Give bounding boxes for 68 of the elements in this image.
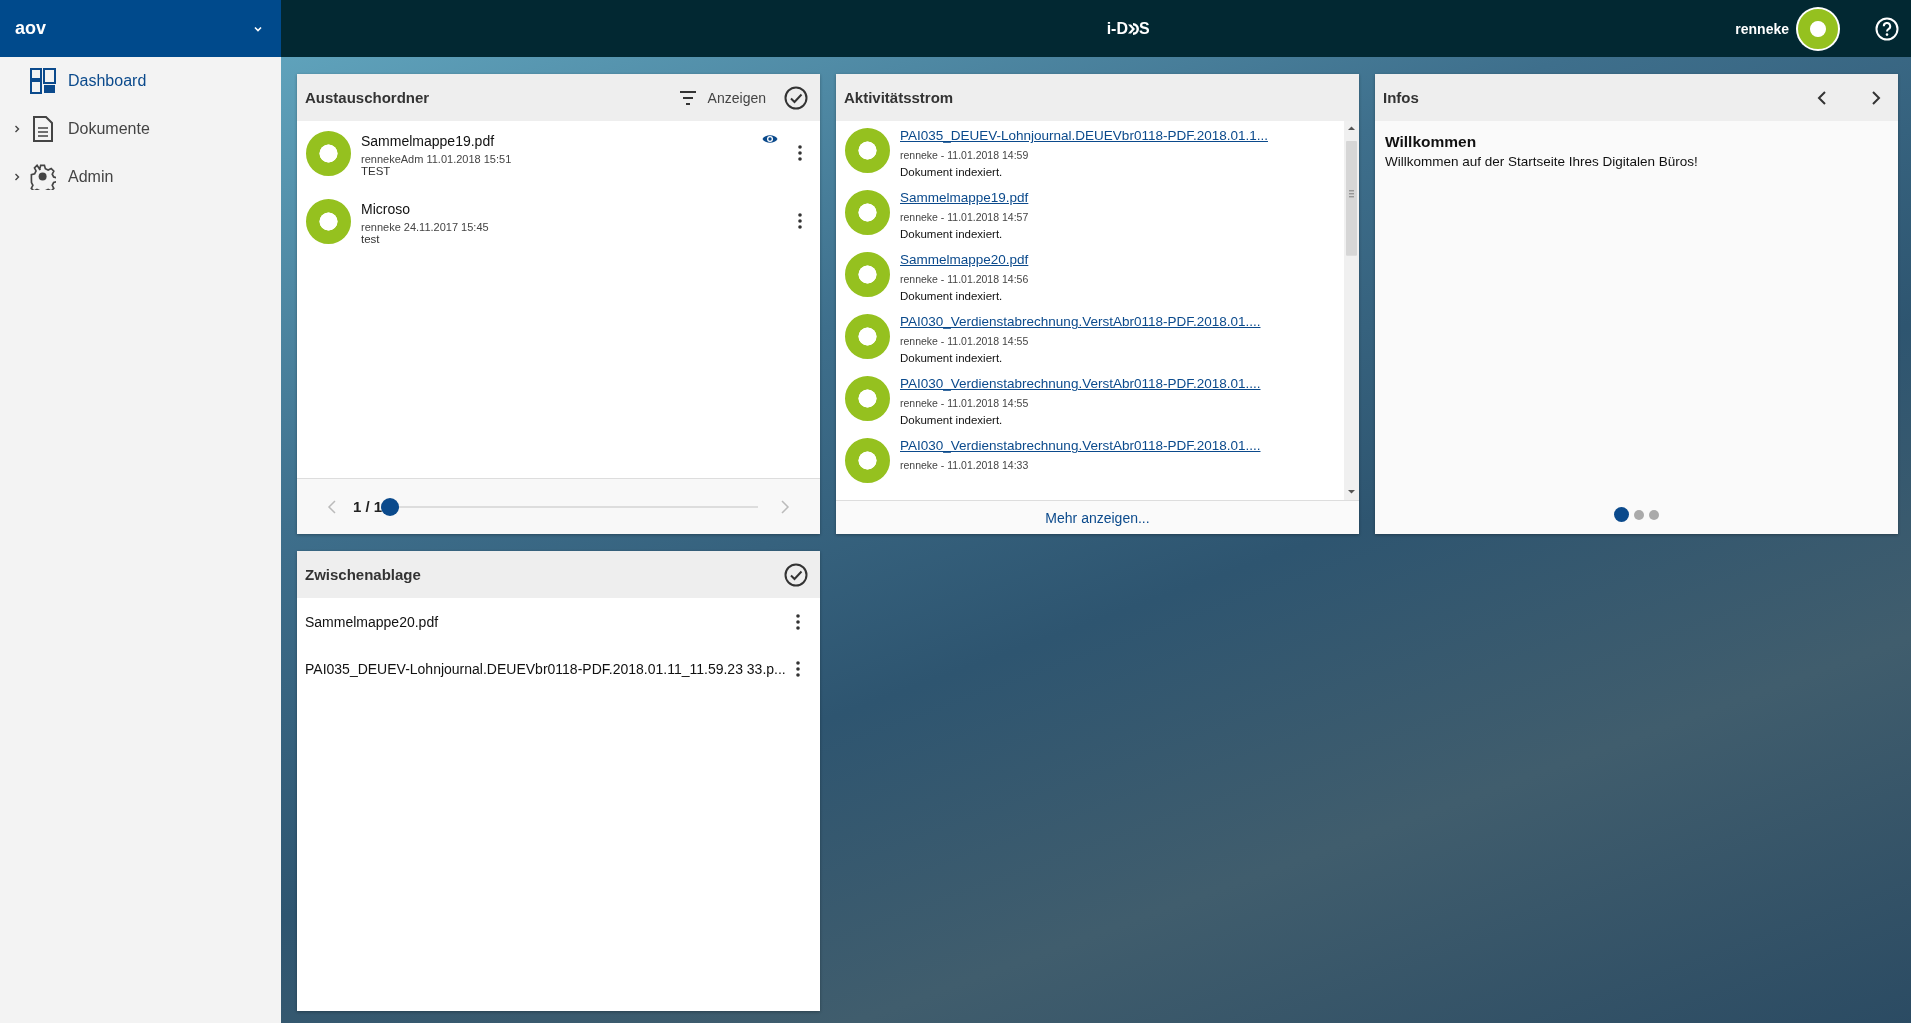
logo-text: i-D xyxy=(1106,19,1128,38)
scrollbar[interactable] xyxy=(1344,121,1359,500)
more-icon[interactable] xyxy=(798,213,802,229)
logo-text: S xyxy=(1138,19,1150,38)
activity-note: Dokument indexiert. xyxy=(900,352,1004,364)
document-link[interactable]: PAI030_Verdienstabrechnung.VerstAbr0118-PDF.2018.01.... xyxy=(900,314,1261,329)
activity-meta: renneke - 11.01.2018 14:55 xyxy=(900,397,1030,409)
activity-meta: renneke - 11.01.2018 14:59 xyxy=(900,149,1030,161)
chevron-right-icon[interactable] xyxy=(12,172,22,182)
document-link[interactable]: Sammelmappe19.pdf xyxy=(900,190,1029,205)
settings-icon xyxy=(30,164,56,190)
activity-note: Dokument indexiert. xyxy=(900,166,1004,178)
activity-meta: renneke - 11.01.2018 14:57 xyxy=(900,211,1029,223)
user-name[interactable]: renneke xyxy=(1735,20,1789,37)
avatar-icon xyxy=(845,376,890,421)
more-icon[interactable] xyxy=(798,145,802,161)
file-meta: renneke 24.11.2017 15:45 xyxy=(361,221,490,233)
filter-button[interactable]: Anzeigen xyxy=(677,87,766,108)
panel-title: Aktivitätsstrom xyxy=(844,89,955,106)
help-icon[interactable] xyxy=(1875,16,1899,41)
more-icon[interactable] xyxy=(796,613,800,630)
more-icon[interactable] xyxy=(796,660,800,677)
document-icon xyxy=(30,116,56,142)
file-name[interactable]: PAI035_DEUEV-Lohnjournal.DEUEVbr0118-PDF.2018.01.11_11.59.23 33.p... xyxy=(305,660,796,677)
document-link[interactable]: Sammelmappe20.pdf xyxy=(900,252,1029,267)
tenant-title: aov xyxy=(15,18,47,39)
avatar-icon xyxy=(306,131,351,176)
activity-meta: renneke - 11.01.2018 14:55 xyxy=(900,335,1030,347)
panel-title: Austauschordner xyxy=(305,89,431,106)
logo-arrow-icon xyxy=(1127,22,1139,35)
avatar-icon xyxy=(306,199,351,244)
sidebar-item[interactable]: Dashboard xyxy=(0,57,281,105)
file-note: TEST xyxy=(361,165,392,177)
carousel-dot[interactable] xyxy=(1649,509,1659,520)
file-name[interactable]: Microso xyxy=(361,201,798,217)
panel-title: Zwischenablage xyxy=(305,566,422,583)
avatar-icon xyxy=(845,128,890,173)
avatar-icon xyxy=(845,252,890,297)
carousel-dot[interactable] xyxy=(1634,509,1644,520)
show-more-link[interactable]: Mehr anzeigen... xyxy=(836,500,1359,534)
file-meta: rennekeAdm 11.01.2018 15:51 xyxy=(361,153,513,165)
activity-note: Dokument indexiert. xyxy=(900,414,1004,426)
sidebar-item[interactable]: Dokumente xyxy=(0,105,281,153)
file-name[interactable]: Sammelmappe19.pdf xyxy=(361,133,762,149)
avatar-icon xyxy=(845,438,890,483)
dashboard-icon xyxy=(30,68,56,94)
panel-title: Infos xyxy=(1383,89,1420,106)
avatar-icon[interactable] xyxy=(1795,5,1841,52)
info-text: Willkommen auf der Startseite Ihres Digitalen Büros! xyxy=(1385,154,1699,171)
document-link[interactable]: PAI030_Verdienstabrechnung.VerstAbr0118-PDF.2018.01.... xyxy=(900,438,1261,453)
activity-note: Dokument indexiert. xyxy=(900,290,1004,302)
activity-meta: renneke - 11.01.2018 14:56 xyxy=(900,273,1029,285)
file-name[interactable]: Sammelmappe20.pdf xyxy=(305,613,796,630)
document-link[interactable]: PAI030_Verdienstabrechnung.VerstAbr0118-PDF.2018.01.... xyxy=(900,376,1261,391)
chevron-right-icon[interactable] xyxy=(12,124,22,134)
check-circle-icon[interactable] xyxy=(784,85,808,110)
activity-note: Dokument indexiert. xyxy=(900,228,1004,240)
check-circle-icon[interactable] xyxy=(784,562,808,587)
avatar-icon xyxy=(845,190,890,235)
file-note: test xyxy=(361,233,381,245)
page-count: 1 / 1 xyxy=(353,498,383,515)
slider-thumb[interactable] xyxy=(381,497,400,516)
activity-meta: renneke - 11.01.2018 14:33 xyxy=(900,459,1030,471)
info-heading: Willkommen xyxy=(1385,133,1478,151)
carousel-dot[interactable] xyxy=(1614,507,1629,522)
sidebar-item[interactable]: Admin xyxy=(0,153,281,201)
avatar-icon xyxy=(845,314,890,359)
document-link[interactable]: PAI035_DEUEV-Lohnjournal.DEUEVbr0118-PDF.2018.01.1... xyxy=(900,128,1268,143)
